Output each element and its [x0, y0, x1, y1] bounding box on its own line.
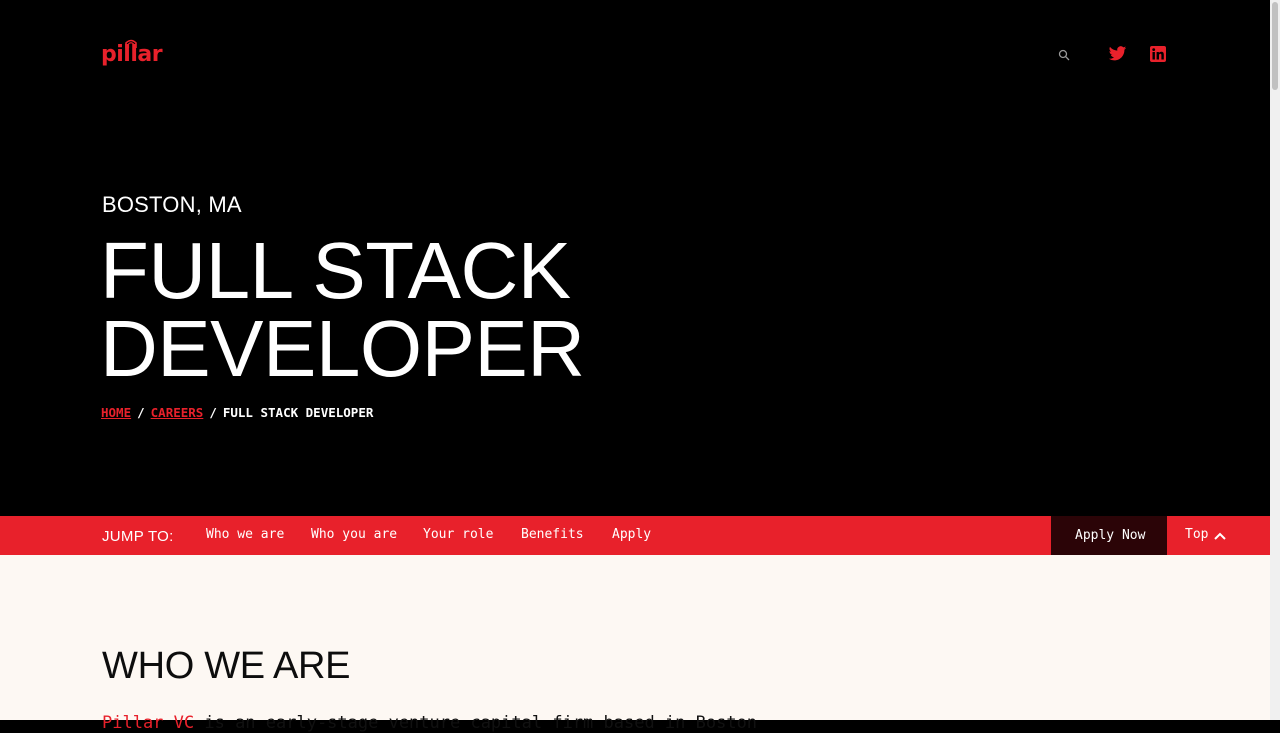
chevron-up-icon[interactable]	[1213, 529, 1227, 543]
main-content: WHO WE ARE Pillar VC is an early-stage v…	[0, 555, 1270, 733]
jump-link-apply[interactable]: Apply	[612, 527, 651, 542]
scrollbar-thumb[interactable]	[1272, 2, 1278, 90]
breadcrumb-home-link[interactable]: HOME	[101, 405, 131, 420]
nav-item-1[interactable]	[425, 29, 521, 78]
pillar-logo[interactable]: pillar	[101, 38, 163, 72]
apply-now-label: Apply Now	[1075, 528, 1146, 543]
jump-link-who-you-are[interactable]: Who you are	[311, 527, 397, 542]
job-title-line-2: DEVELOPER	[100, 304, 585, 393]
job-location: BOSTON, MA	[102, 192, 242, 217]
section-intro: Pillar VC is an early-stage venture capi…	[102, 713, 757, 733]
jump-to-label: JUMP TO:	[102, 528, 174, 545]
apply-now-button[interactable]: Apply Now	[1051, 516, 1167, 555]
search-icon[interactable]	[1058, 49, 1070, 61]
jump-link-benefits[interactable]: Benefits	[521, 527, 584, 542]
twitter-icon[interactable]	[1108, 46, 1127, 62]
intro-brand-name: Pillar VC	[102, 713, 195, 733]
job-title: FULL STACK DEVELOPER	[100, 226, 585, 393]
logo-text: pillar	[101, 42, 163, 67]
nav-item-2[interactable]	[521, 29, 607, 78]
breadcrumb-careers-link[interactable]: CAREERS	[151, 405, 204, 420]
jump-link-your-role[interactable]: Your role	[423, 527, 493, 542]
site-header: pillar BOSTON, MA FULL STACK DEVELOPER H…	[0, 0, 1270, 516]
linkedin-icon[interactable]	[1150, 46, 1166, 62]
intro-text: is an early-stage venture capital firm b…	[194, 713, 758, 733]
section-title-who-we-are: WHO WE ARE	[102, 645, 351, 687]
page-scrollbar[interactable]	[1270, 0, 1280, 720]
breadcrumb-separator: /	[209, 405, 217, 420]
breadcrumb-current: FULL STACK DEVELOPER	[222, 405, 374, 420]
job-title-line-1: FULL STACK	[100, 226, 571, 315]
breadcrumb: HOME / CAREERS / FULL STACK DEVELOPER	[101, 405, 373, 420]
jump-to-bar: JUMP TO: Who we are Who you are Your rol…	[0, 516, 1270, 555]
back-to-top-link[interactable]: Top	[1185, 527, 1208, 542]
nav-item-4[interactable]	[742, 29, 883, 78]
breadcrumb-separator: /	[137, 405, 145, 420]
nav-item-3[interactable]	[607, 29, 742, 78]
jump-link-who-we-are[interactable]: Who we are	[206, 527, 284, 542]
